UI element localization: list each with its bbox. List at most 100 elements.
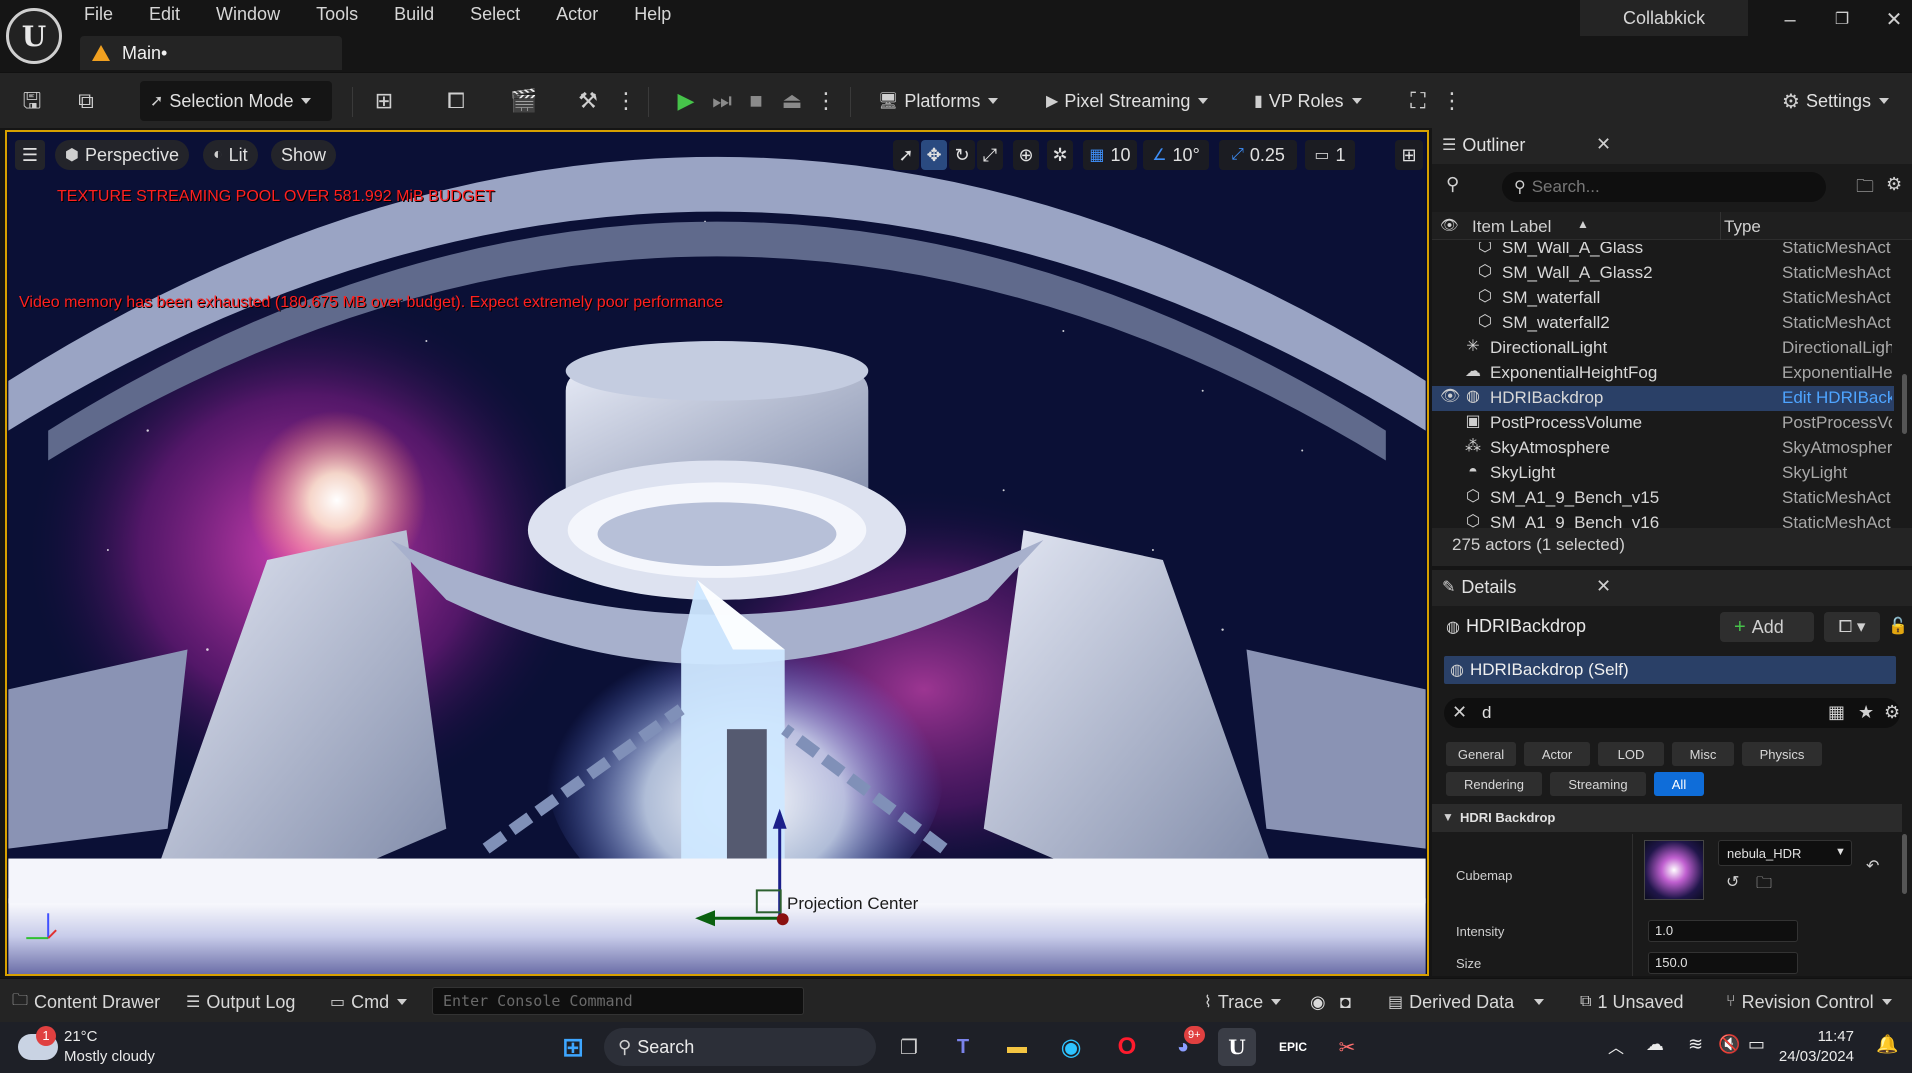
camera-speed-button[interactable]: ▭ 1 bbox=[1305, 140, 1355, 170]
console-command-input[interactable]: Enter Console Command bbox=[432, 987, 804, 1015]
outliner-tab[interactable]: ☰ Outliner ✕ bbox=[1432, 128, 1612, 162]
outliner-row[interactable]: ⬡ SM_waterfall2 StaticMeshAct bbox=[1432, 311, 1894, 336]
cubemap-thumbnail[interactable] bbox=[1644, 840, 1704, 900]
unreal-logo-icon[interactable]: U bbox=[6, 8, 62, 64]
outliner-row[interactable]: ▣ PostProcessVolume PostProcessVo bbox=[1432, 411, 1894, 436]
clock-time[interactable]: 11:47 bbox=[1788, 1028, 1854, 1045]
outliner-row-type[interactable]: Edit HDRIBack bbox=[1782, 388, 1892, 408]
component-self-row[interactable]: ◍ HDRIBackdrop (Self) bbox=[1444, 656, 1896, 684]
clock-date[interactable]: 24/03/2024 bbox=[1774, 1048, 1854, 1065]
outliner-row[interactable]: ⬡ SM_Wall_A_Glass StaticMeshAct bbox=[1432, 242, 1894, 261]
filter-general[interactable]: General bbox=[1446, 742, 1516, 766]
scale-snap-button[interactable]: ⤢ 0.25 bbox=[1219, 140, 1297, 170]
outliner-row[interactable]: ⬡ SM_A1_9_Bench_v16 StaticMeshAct bbox=[1432, 511, 1894, 528]
windows-start-icon[interactable]: ⊞ bbox=[554, 1028, 592, 1066]
taskbar-search[interactable]: ⚲ Search bbox=[604, 1028, 876, 1066]
star-icon[interactable]: ★ bbox=[1858, 702, 1874, 723]
task-view-icon[interactable]: ❐ bbox=[890, 1028, 928, 1066]
battery-icon[interactable]: ▭ bbox=[1748, 1034, 1765, 1055]
visibility-icon[interactable]: 👁 bbox=[1440, 388, 1460, 406]
outliner-row[interactable]: ⬡ SM_waterfall StaticMeshAct bbox=[1432, 286, 1894, 311]
section-header-hdri-backdrop[interactable]: ▼ HDRI Backdrop bbox=[1432, 804, 1902, 832]
close-icon[interactable]: ✕ bbox=[1596, 576, 1611, 597]
filter-misc[interactable]: Misc bbox=[1672, 742, 1734, 766]
unreal-engine-taskbar-icon[interactable]: U bbox=[1218, 1028, 1256, 1066]
play-options-icon[interactable]: ⋮ bbox=[812, 87, 840, 115]
layout-icon[interactable]: ⊞ bbox=[1395, 140, 1423, 170]
notification-bell-icon[interactable]: 🔔 bbox=[1876, 1034, 1898, 1055]
toolbar-more-icon[interactable]: ⋮ bbox=[1438, 87, 1466, 115]
stop-icon[interactable]: ■ bbox=[742, 87, 770, 115]
visibility-icon[interactable]: 👁 bbox=[1440, 216, 1459, 234]
grid-snap-button[interactable]: ▦ 10 bbox=[1083, 140, 1137, 170]
outliner-scrollbar[interactable] bbox=[1902, 374, 1907, 434]
clear-icon[interactable]: ✕ bbox=[1452, 702, 1467, 723]
translate-tool-icon[interactable]: ✥ bbox=[921, 140, 947, 170]
size-input[interactable]: 150.0 bbox=[1648, 952, 1798, 974]
step-icon[interactable]: ⏭ bbox=[708, 87, 736, 115]
add-component-button[interactable]: + Add bbox=[1720, 612, 1814, 642]
blueprint-options-button[interactable]: ⧠ ▾ bbox=[1824, 612, 1880, 642]
content-drawer-button[interactable]: 🗀 Content Drawer bbox=[12, 989, 160, 1015]
outliner-row[interactable]: ⬡ SM_Wall_A_Glass2 StaticMeshAct bbox=[1432, 261, 1894, 286]
onedrive-icon[interactable]: ☁ bbox=[1646, 1034, 1664, 1055]
volume-muted-icon[interactable]: 🔇 bbox=[1718, 1034, 1740, 1055]
restore-button[interactable]: ❐ bbox=[1822, 6, 1862, 34]
unsaved-button[interactable]: ⧉ 1 Unsaved bbox=[1580, 989, 1684, 1015]
menu-build[interactable]: Build bbox=[394, 4, 452, 34]
perspective-button[interactable]: ⬢ Perspective bbox=[55, 140, 190, 170]
scale-tool-icon[interactable]: ⤢ bbox=[977, 140, 1003, 170]
gear-icon[interactable]: ⚙ bbox=[1884, 702, 1900, 723]
more-options-icon[interactable]: ⋮ bbox=[612, 87, 640, 115]
blueprint-icon[interactable]: ⧠ bbox=[442, 87, 470, 115]
menu-tools[interactable]: Tools bbox=[316, 4, 376, 34]
add-actor-icon[interactable]: ⊞ bbox=[370, 87, 398, 115]
rotation-snap-button[interactable]: ∠ 10° bbox=[1143, 140, 1209, 170]
add-folder-icon[interactable]: 🗀 bbox=[1856, 174, 1874, 204]
filter-rendering[interactable]: Rendering bbox=[1446, 772, 1542, 796]
cmd-button[interactable]: ▭ Cmd bbox=[330, 989, 408, 1015]
platforms-button[interactable]: 🖥 Platforms bbox=[878, 81, 999, 121]
filter-all[interactable]: All bbox=[1654, 772, 1704, 796]
browse-asset-icon[interactable]: 🗀 bbox=[1756, 872, 1772, 899]
outliner-row[interactable]: ⁂ SkyAtmosphere SkyAtmospher bbox=[1432, 436, 1894, 461]
close-icon[interactable]: ✕ bbox=[1596, 134, 1611, 155]
outliner-row[interactable]: ☁ ExponentialHeightFog ExponentialHei bbox=[1432, 361, 1894, 386]
trace-button[interactable]: ⌇ Trace bbox=[1204, 989, 1282, 1015]
chevron-up-icon[interactable]: ︿ bbox=[1608, 1034, 1624, 1058]
menu-select[interactable]: Select bbox=[470, 4, 538, 34]
play-icon[interactable]: ▶ bbox=[672, 87, 700, 115]
cinematics-icon[interactable]: 🎬 bbox=[510, 87, 538, 115]
screenshot-icon[interactable]: ◘ bbox=[1340, 989, 1351, 1015]
viewport-menu-icon[interactable]: ☰ bbox=[15, 140, 45, 170]
reset-to-default-icon[interactable]: ↶ bbox=[1866, 856, 1879, 876]
eject-icon[interactable]: ⏏ bbox=[778, 87, 806, 115]
selection-mode-button[interactable]: ➚ Selection Mode bbox=[140, 81, 332, 121]
cubemap-asset-picker[interactable]: nebula_HDR ▼ bbox=[1718, 840, 1852, 866]
menu-window[interactable]: Window bbox=[216, 4, 298, 34]
rotate-tool-icon[interactable]: ↻ bbox=[949, 140, 975, 170]
menu-file[interactable]: File bbox=[84, 4, 131, 34]
snipping-tool-icon[interactable]: ✂ bbox=[1328, 1028, 1366, 1066]
save-icon[interactable]: 🖫 bbox=[18, 87, 46, 115]
output-log-button[interactable]: ☰ Output Log bbox=[186, 989, 295, 1015]
vp-roles-button[interactable]: ▮ VP Roles bbox=[1254, 81, 1362, 121]
opera-icon[interactable]: O bbox=[1108, 1028, 1146, 1066]
outliner-search-input[interactable]: ⚲ Search... bbox=[1502, 172, 1826, 202]
filter-lod[interactable]: LOD bbox=[1598, 742, 1664, 766]
outliner-row[interactable]: 👁 ◍ HDRIBackdrop Edit HDRIBack bbox=[1432, 386, 1894, 411]
select-tool-icon[interactable]: ➚ bbox=[893, 140, 919, 170]
lit-button[interactable]: ◐ Lit bbox=[203, 140, 258, 170]
use-selected-icon[interactable]: ↺ bbox=[1726, 872, 1739, 892]
column-type[interactable]: Type bbox=[1724, 217, 1761, 237]
column-item-label[interactable]: Item Label bbox=[1472, 217, 1551, 237]
filter-icon[interactable]: ⚲ bbox=[1446, 174, 1459, 195]
wifi-icon[interactable]: ≋ bbox=[1688, 1034, 1703, 1055]
details-tab[interactable]: ✎ Details ✕ bbox=[1432, 570, 1612, 604]
menu-edit[interactable]: Edit bbox=[149, 4, 198, 34]
intensity-input[interactable]: 1.0 bbox=[1648, 920, 1798, 942]
vcam-icon[interactable]: ⛶ bbox=[1404, 87, 1432, 115]
pixel-streaming-button[interactable]: ▶ Pixel Streaming bbox=[1046, 81, 1209, 121]
derived-data-button[interactable]: ▤ Derived Data bbox=[1388, 989, 1545, 1015]
file-explorer-icon[interactable]: ▬ bbox=[998, 1028, 1036, 1066]
